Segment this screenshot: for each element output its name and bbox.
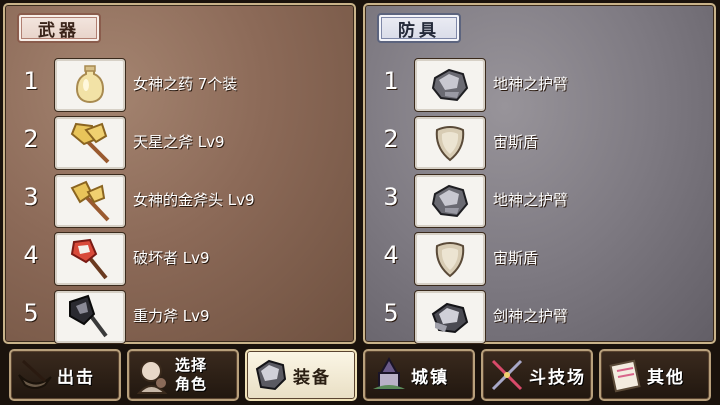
weapon-name: 天星之斧 Lv9 (133, 133, 225, 151)
weapons-panel: 武器 1 女神之药 7个装 2 天星之斧 Lv9 3 女神的金斧头 Lv9 4 … (3, 3, 356, 344)
weapon-row-5[interactable]: 5 重力斧 Lv9 (5, 289, 354, 345)
slot-number: 4 (383, 241, 399, 269)
slot-number: 1 (383, 67, 399, 95)
equipment-gauntlet-icon (255, 359, 287, 391)
nav-character-button[interactable]: 选择 角色 (127, 349, 239, 401)
weapon-row-4[interactable]: 4 破坏者 Lv9 (5, 231, 354, 287)
nav-equipment-label: 装备 (293, 367, 331, 388)
armor-row-4[interactable]: 4 宙斯盾 (365, 231, 714, 287)
nav-arena-button[interactable]: 斗技场 (481, 349, 593, 401)
weapon-row-3[interactable]: 3 女神的金斧头 Lv9 (5, 173, 354, 229)
armor-panel-title: 防具 (377, 13, 461, 43)
nav-other-label: 其他 (647, 367, 685, 388)
armor-name: 宙斯盾 (493, 249, 539, 267)
nav-character-label: 选择 角色 (175, 356, 207, 394)
armor-row-3[interactable]: 3 地神之护臂 (365, 173, 714, 229)
slot-number: 5 (23, 299, 39, 327)
armor-row-2[interactable]: 2 宙斯盾 (365, 115, 714, 171)
nav-sortie-button[interactable]: 出击 (9, 349, 121, 401)
gauntlet-icon (415, 59, 485, 111)
gauntlet-icon (415, 291, 485, 343)
slot-number: 2 (23, 125, 39, 153)
shield-icon (415, 233, 485, 285)
nav-town-label: 城镇 (411, 367, 449, 388)
slot-number: 2 (383, 125, 399, 153)
slot-number: 3 (383, 183, 399, 211)
arena-crossed-swords-icon (491, 359, 523, 391)
potion-bottle-icon (55, 59, 125, 111)
golden-axe-icon (55, 175, 125, 227)
weapon-row-2[interactable]: 2 天星之斧 Lv9 (5, 115, 354, 171)
nav-sortie-label: 出击 (57, 367, 95, 388)
weapons-panel-title: 武器 (17, 13, 101, 43)
armor-name: 地神之护臂 (493, 191, 569, 209)
slot-number: 3 (23, 183, 39, 211)
nav-character-label-line1: 选择 (175, 356, 208, 374)
town-castle-icon (373, 356, 405, 390)
weapon-name: 破坏者 Lv9 (133, 249, 210, 267)
nav-character-label-line2: 角色 (175, 375, 208, 393)
nav-arena-label: 斗技场 (529, 367, 586, 388)
weapon-name: 女神之药 7个装 (133, 75, 238, 93)
shield-icon (415, 117, 485, 169)
armor-panel: 防具 1 地神之护臂 2 宙斯盾 3 地神之护臂 4 宙斯盾 5 剑神之护臂 (363, 3, 716, 344)
armor-name: 宙斯盾 (493, 133, 539, 151)
armor-row-5[interactable]: 5 剑神之护臂 (365, 289, 714, 345)
dark-axe-icon (55, 291, 125, 343)
weapon-name: 重力斧 Lv9 (133, 307, 210, 325)
weapon-name: 女神的金斧头 Lv9 (133, 191, 255, 209)
armor-name: 剑神之护臂 (493, 307, 569, 325)
slot-number: 5 (383, 299, 399, 327)
sortie-ship-icon (18, 359, 52, 389)
gauntlet-icon (415, 175, 485, 227)
character-portrait-icon (136, 360, 168, 394)
golden-axe-icon (55, 117, 125, 169)
nav-other-button[interactable]: 其他 (599, 349, 711, 401)
armor-row-1[interactable]: 1 地神之护臂 (365, 57, 714, 113)
slot-number: 1 (23, 67, 39, 95)
weapon-row-1[interactable]: 1 女神之药 7个装 (5, 57, 354, 113)
slot-number: 4 (23, 241, 39, 269)
red-axe-icon (55, 233, 125, 285)
nav-equipment-button[interactable]: 装备 (245, 349, 357, 401)
nav-town-button[interactable]: 城镇 (363, 349, 475, 401)
other-scroll-icon (609, 359, 641, 393)
armor-name: 地神之护臂 (493, 75, 569, 93)
